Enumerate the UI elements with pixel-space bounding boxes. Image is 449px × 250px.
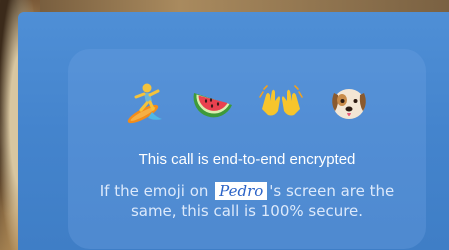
- contact-name: Pedro: [215, 182, 268, 200]
- watermelon-emoji: [193, 93, 232, 118]
- encryption-key-card[interactable]: This call is end-to-end encrypted If the…: [68, 49, 426, 249]
- description-prefix: If the emoji on: [99, 182, 209, 200]
- emoji-key-row: [68, 79, 426, 125]
- call-screen: This call is end-to-end encrypted If the…: [18, 12, 449, 250]
- surfer-emoji: [127, 83, 162, 124]
- raised-hands-emoji: [259, 85, 303, 116]
- encryption-description: If the emoji on Pedro's screen are the s…: [76, 181, 418, 221]
- dog-face-emoji: [332, 89, 366, 119]
- encryption-title: This call is end-to-end encrypted: [138, 151, 356, 168]
